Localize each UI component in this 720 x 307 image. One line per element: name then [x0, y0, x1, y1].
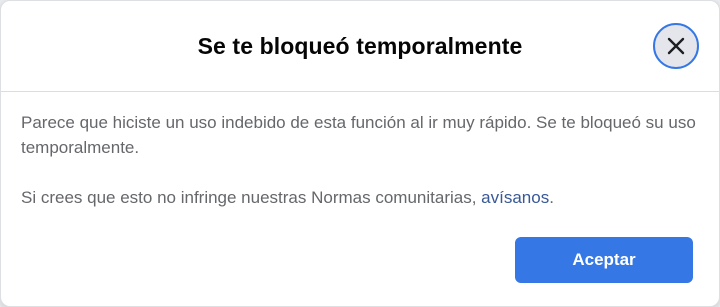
let-us-know-link[interactable]: avísanos [481, 188, 549, 207]
close-button[interactable] [653, 23, 699, 69]
accept-button[interactable]: Aceptar [515, 237, 693, 283]
block-explanation-text: Parece que hiciste un uso indebido de es… [21, 113, 696, 157]
dialog-footer: Aceptar [515, 237, 693, 283]
close-icon [667, 37, 685, 55]
temporary-block-dialog: Se te bloqueó temporalmente Parece que h… [0, 0, 720, 307]
dialog-body: Parece que hiciste un uso indebido de es… [1, 92, 719, 210]
dialog-title: Se te bloqueó temporalmente [197, 32, 523, 59]
appeal-text-prefix: Si crees que esto no infringe nuestras N… [21, 188, 482, 207]
appeal-text: Si crees que esto no infringe nuestras N… [21, 185, 699, 210]
appeal-text-period: . [549, 188, 554, 207]
dialog-header: Se te bloqueó temporalmente [1, 1, 719, 92]
